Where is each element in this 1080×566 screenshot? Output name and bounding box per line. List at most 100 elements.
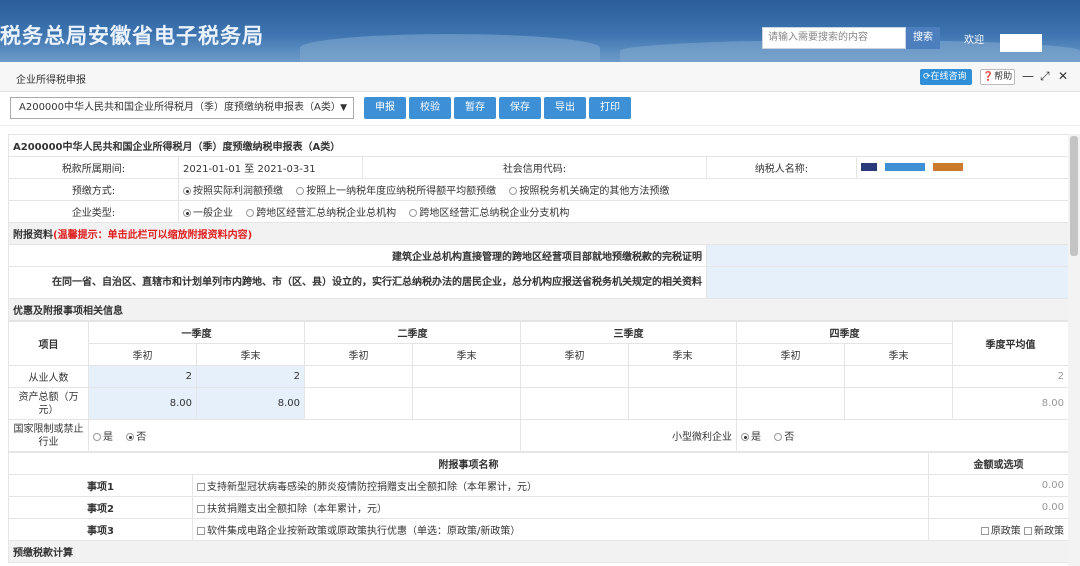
online-consult-button[interactable]: ⟳在线咨询 bbox=[920, 69, 972, 85]
restricted-label: 国家限制或禁止行业 bbox=[8, 419, 89, 452]
help-label: 帮助 bbox=[994, 72, 1013, 82]
matter-2-value[interactable]: 0.00 bbox=[928, 496, 1068, 519]
prepay-option-1[interactable]: 按照实际利润额预缴 bbox=[183, 186, 283, 197]
small-no[interactable]: 否 bbox=[774, 432, 794, 443]
matter-1-name: 事项1 bbox=[8, 474, 193, 497]
validate-button[interactable]: 校验 bbox=[409, 97, 451, 119]
close-icon[interactable]: ✕ bbox=[1058, 69, 1068, 83]
quarter-4-header: 四季度 bbox=[736, 321, 953, 344]
radio-icon bbox=[296, 187, 305, 195]
checkbox-icon bbox=[980, 527, 989, 535]
small-enterprise-options: 是 否 bbox=[736, 419, 1068, 452]
company-type-option-1[interactable]: 一般企业 bbox=[183, 208, 233, 219]
new-policy-option[interactable]: 新政策 bbox=[1024, 526, 1064, 537]
employees-avg: 2 bbox=[952, 365, 1068, 388]
assets-q4-end bbox=[844, 387, 953, 420]
next-section-header: 预缴税款计算 bbox=[8, 540, 1068, 563]
attach-item-2-input[interactable] bbox=[705, 266, 1068, 299]
small-yes[interactable]: 是 bbox=[741, 432, 761, 443]
attach-item-2: 在同一省、自治区、直辖市和计划单列市内跨地、市（区、县）设立的，实行汇总纳税办法… bbox=[8, 266, 707, 299]
assets-avg: 8.00 bbox=[952, 387, 1068, 420]
question-icon: ❓ bbox=[982, 72, 995, 82]
q4-end-header: 季末 bbox=[844, 343, 953, 366]
restricted-no[interactable]: 否 bbox=[126, 432, 146, 443]
quarter-2-header: 二季度 bbox=[304, 321, 521, 344]
q2-end-header: 季末 bbox=[412, 343, 521, 366]
checkbox-icon bbox=[197, 483, 205, 491]
search-button[interactable]: 搜索 bbox=[906, 27, 940, 49]
attach-item-1-input[interactable] bbox=[705, 244, 1068, 267]
assets-q2-start bbox=[304, 387, 413, 420]
quarter-table: 项目 一季度 二季度 三季度 四季度 季度平均值 季初 季末 季初 季末 季初 … bbox=[8, 321, 1068, 452]
checkbox-icon bbox=[197, 505, 205, 513]
employees-q4-end bbox=[844, 365, 953, 388]
checkbox-icon bbox=[197, 527, 205, 535]
form-type-select[interactable]: A200000中华人民共和国企业所得税月（季）度预缴纳税申报表（A类） ▼ bbox=[10, 97, 354, 119]
company-type-option-3[interactable]: 跨地区经营汇总纳税企业分支机构 bbox=[409, 208, 569, 219]
radio-selected-icon bbox=[183, 187, 191, 195]
prepay-label: 预缴方式: bbox=[8, 178, 179, 201]
assets-q4-start bbox=[736, 387, 845, 420]
maximize-icon[interactable]: ⤢ bbox=[1040, 69, 1050, 84]
matter-1-value[interactable]: 0.00 bbox=[928, 474, 1068, 497]
scrollbar-thumb[interactable] bbox=[1070, 136, 1078, 256]
q1-start-header: 季初 bbox=[88, 343, 197, 366]
attach-section-header[interactable]: 附报资料(温馨提示：单击此栏可以缩放附报资料内容) bbox=[8, 222, 1068, 245]
employees-q3-end bbox=[628, 365, 737, 388]
matters-table: 附报事项名称 金额或选项 事项1 支持新型冠状病毒感染的肺炎疫情防控捐赠支出全额… bbox=[8, 452, 1068, 563]
matter-1-desc[interactable]: 支持新型冠状病毒感染的肺炎疫情防控捐赠支出全额扣除（本年累计，元） bbox=[192, 474, 929, 497]
prepay-option-2[interactable]: 按照上一纳税年度应纳税所得额平均额预缴 bbox=[296, 186, 496, 197]
attach-title: 附报资料 bbox=[13, 230, 53, 241]
minimize-icon[interactable]: — bbox=[1022, 69, 1034, 83]
print-button[interactable]: 打印 bbox=[589, 97, 631, 119]
q1-end-header: 季末 bbox=[196, 343, 305, 366]
employees-q2-start bbox=[304, 365, 413, 388]
assets-q1-start-input[interactable]: 8.00 bbox=[88, 387, 197, 420]
prepay-option-3[interactable]: 按照税务机关确定的其他方法预缴 bbox=[509, 186, 669, 197]
radio-icon bbox=[774, 433, 783, 441]
period-value: 2021-01-01 至 2021-03-31 bbox=[178, 156, 363, 179]
welcome-text: 欢迎 bbox=[964, 35, 984, 46]
employees-q1-start-input[interactable]: 2 bbox=[88, 365, 197, 388]
quarter-1-header: 一季度 bbox=[88, 321, 305, 344]
col-item-header: 项目 bbox=[8, 321, 89, 366]
attach-tip: (温馨提示：单击此栏可以缩放附报资料内容) bbox=[53, 230, 253, 241]
matter-3-name: 事项3 bbox=[8, 518, 193, 541]
employees-q4-start bbox=[736, 365, 845, 388]
vertical-scrollbar[interactable] bbox=[1068, 134, 1080, 566]
help-button[interactable]: ❓帮助 bbox=[980, 69, 1015, 85]
declaration-window: 企业所得税申报 ⟳在线咨询 ❓帮助 — ⤢ ✕ A200000中华人民共和国企业… bbox=[0, 62, 1080, 566]
assets-q1-end-input[interactable]: 8.00 bbox=[196, 387, 305, 420]
employees-q2-end bbox=[412, 365, 521, 388]
matter-3-desc[interactable]: 软件集成电路企业按新政策或原政策执行优惠（单选：原政策/新政策） bbox=[192, 518, 929, 541]
caret-down-icon: ▼ bbox=[340, 103, 347, 113]
avg-header: 季度平均值 bbox=[952, 321, 1068, 366]
site-banner: 税务总局安徽省电子税务局 请输入需要搜索的内容 搜索 欢迎 bbox=[0, 0, 1080, 62]
radio-selected-icon bbox=[183, 209, 191, 217]
radio-selected-icon bbox=[741, 433, 749, 441]
temp-save-button[interactable]: 暂存 bbox=[454, 97, 496, 119]
user-name-box bbox=[1000, 34, 1042, 52]
old-policy-option[interactable]: 原政策 bbox=[980, 526, 1021, 537]
declare-button[interactable]: 申报 bbox=[364, 97, 406, 119]
save-button[interactable]: 保存 bbox=[499, 97, 541, 119]
refresh-icon: ⟳ bbox=[923, 72, 931, 82]
form-header: A200000中华人民共和国企业所得税月（季）度预缴纳税申报表（A类） bbox=[8, 134, 1068, 157]
employees-label: 从业人数 bbox=[8, 365, 89, 388]
employees-q1-end-input[interactable]: 2 bbox=[196, 365, 305, 388]
restricted-yes[interactable]: 是 bbox=[93, 432, 113, 443]
export-button[interactable]: 导出 bbox=[544, 97, 586, 119]
prepay-options: 按照实际利润额预缴 按照上一纳税年度应纳税所得额平均额预缴 按照税务机关确定的其… bbox=[177, 178, 1068, 201]
taxpayer-label: 纳税人名称: bbox=[706, 156, 857, 179]
company-type-options: 一般企业 跨地区经营汇总纳税企业总机构 跨地区经营汇总纳税企业分支机构 bbox=[177, 200, 1068, 223]
radio-icon bbox=[509, 187, 518, 195]
matter-2-desc[interactable]: 扶贫捐赠支出全额扣除（本年累计，元） bbox=[192, 496, 929, 519]
matters-title: 附报事项名称 bbox=[8, 452, 929, 475]
q3-end-header: 季末 bbox=[628, 343, 737, 366]
amount-title: 金额或选项 bbox=[928, 452, 1068, 475]
form-table-main: A200000中华人民共和国企业所得税月（季）度预缴纳税申报表（A类） 税款所属… bbox=[8, 134, 1068, 321]
radio-icon bbox=[246, 209, 255, 217]
credit-code-label: 社会信用代码: bbox=[362, 156, 707, 179]
search-input[interactable]: 请输入需要搜索的内容 bbox=[762, 27, 906, 49]
company-type-option-2[interactable]: 跨地区经营汇总纳税企业总机构 bbox=[246, 208, 396, 219]
